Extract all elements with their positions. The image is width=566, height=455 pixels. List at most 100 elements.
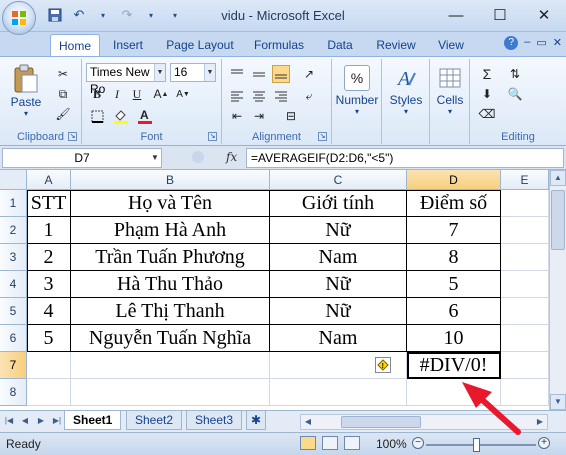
cell-a8[interactable] [27, 379, 71, 406]
clipboard-launcher-icon[interactable]: ↘ [68, 132, 77, 141]
clear-icon[interactable]: ⌫ [478, 105, 496, 123]
page-layout-view-icon[interactable] [322, 436, 338, 450]
cell-a4[interactable]: 3 [27, 271, 71, 298]
last-sheet-icon[interactable]: ▶| [50, 414, 64, 428]
cell-a1[interactable]: STT [27, 190, 71, 217]
zoom-slider-thumb[interactable] [473, 438, 480, 452]
increase-indent-icon[interactable]: ⇥ [250, 107, 268, 125]
sheet-tab-sheet2[interactable]: Sheet2 [126, 411, 183, 430]
tab-review[interactable]: Review [370, 34, 422, 56]
maximize-button[interactable]: ☐ [478, 0, 522, 30]
cell-d7-selected[interactable]: #DIV/0! [407, 352, 501, 379]
vertical-scrollbar[interactable]: ▲ ▼ [549, 170, 566, 410]
italic-button[interactable]: I [108, 85, 126, 103]
cell-e2[interactable] [501, 217, 549, 244]
cell-a3[interactable]: 2 [27, 244, 71, 271]
styles-button[interactable]: A Styles ▾ [384, 63, 428, 116]
cut-icon[interactable]: ✂ [54, 65, 72, 83]
find-select-icon[interactable]: 🔍 [506, 85, 524, 103]
sheet-tab-sheet1[interactable]: Sheet1 [64, 411, 122, 430]
scroll-up-icon[interactable]: ▲ [550, 170, 566, 186]
name-box-dropdown-icon[interactable]: ▼ [149, 149, 161, 167]
tab-view[interactable]: View [430, 34, 472, 56]
align-center-icon[interactable] [250, 87, 268, 105]
font-name-combo[interactable]: Times New Ro ▼ [86, 63, 166, 96]
align-bottom-icon[interactable] [272, 65, 290, 83]
cell-d4[interactable]: 5 [407, 271, 501, 298]
orientation-icon[interactable]: ↗ [300, 65, 318, 83]
cell-e5[interactable] [501, 298, 549, 325]
column-header-b[interactable]: B [71, 170, 270, 190]
cell-b5[interactable]: Lê Thị Thanh [71, 298, 270, 325]
cells-button[interactable]: Cells ▾ [430, 63, 470, 116]
zoom-level[interactable]: 100% [376, 437, 407, 451]
cell-e4[interactable] [501, 271, 549, 298]
format-painter-icon[interactable]: 🖌 [54, 105, 72, 123]
row-header-8[interactable]: 8 [0, 379, 27, 406]
cell-c1[interactable]: Giới tính [270, 190, 407, 217]
ribbon-close-icon[interactable]: ✕ [553, 36, 562, 50]
zoom-slider[interactable] [426, 438, 536, 452]
cell-d2[interactable]: 7 [407, 217, 501, 244]
decrease-indent-icon[interactable]: ⇤ [228, 107, 246, 125]
cell-e1[interactable] [501, 190, 549, 217]
cell-e6[interactable] [501, 325, 549, 352]
row-header-3[interactable]: 3 [0, 244, 27, 271]
align-left-icon[interactable] [228, 87, 246, 105]
column-header-e[interactable]: E [501, 170, 549, 190]
error-check-icon[interactable]: ! [375, 357, 391, 373]
cell-b4[interactable]: Hà Thu Thảo [71, 271, 270, 298]
formula-bar-divider-icon[interactable] [192, 151, 204, 163]
cell-e8[interactable] [501, 379, 549, 406]
cell-b2[interactable]: Phạm Hà Anh [71, 217, 270, 244]
cell-e7[interactable] [501, 352, 549, 379]
cell-c4[interactable]: Nữ [270, 271, 407, 298]
page-break-view-icon[interactable] [344, 436, 360, 450]
cell-c3[interactable]: Nam [270, 244, 407, 271]
cell-d1[interactable]: Điểm số [407, 190, 501, 217]
align-top-icon[interactable] [228, 65, 246, 83]
tab-insert[interactable]: Insert [104, 34, 152, 56]
font-size-dropdown-icon[interactable]: ▼ [204, 64, 215, 81]
tab-home[interactable]: Home [50, 34, 100, 56]
horizontal-scroll-thumb[interactable] [341, 416, 421, 428]
cell-a2[interactable]: 1 [27, 217, 71, 244]
cell-a5[interactable]: 4 [27, 298, 71, 325]
borders-icon[interactable] [88, 107, 106, 125]
cell-c6[interactable]: Nam [270, 325, 407, 352]
column-header-a[interactable]: A [27, 170, 71, 190]
ribbon-restore-icon[interactable]: ▭ [536, 36, 546, 50]
cell-b7[interactable] [71, 352, 270, 379]
font-launcher-icon[interactable]: ↘ [208, 132, 217, 141]
increase-font-icon[interactable]: A ▲ [152, 85, 170, 103]
cell-c5[interactable]: Nữ [270, 298, 407, 325]
underline-button[interactable]: U [128, 85, 146, 103]
cell-d6[interactable]: 10 [407, 325, 501, 352]
horizontal-scrollbar[interactable]: ◀ ▶ [300, 414, 548, 430]
align-middle-icon[interactable] [250, 65, 268, 83]
close-button[interactable]: ✕ [522, 0, 566, 30]
formula-input[interactable]: =AVERAGEIF(D2:D6,"<5") [246, 148, 564, 168]
zoom-out-icon[interactable]: − [412, 437, 424, 449]
cell-d8[interactable] [407, 379, 501, 406]
vertical-scroll-thumb[interactable] [551, 190, 565, 250]
cell-b6[interactable]: Nguyễn Tuấn Nghĩa [71, 325, 270, 352]
tab-page-layout[interactable]: Page Layout [160, 34, 240, 56]
alignment-launcher-icon[interactable]: ↘ [318, 132, 327, 141]
ribbon-minimize-icon[interactable]: – [524, 36, 530, 50]
font-color-icon[interactable]: A [136, 107, 154, 125]
cell-b8[interactable] [71, 379, 270, 406]
row-header-6[interactable]: 6 [0, 325, 27, 352]
fill-color-icon[interactable] [112, 107, 130, 125]
normal-view-icon[interactable] [300, 436, 316, 450]
help-icon[interactable]: ? [504, 36, 519, 50]
tab-data[interactable]: Data [318, 34, 362, 56]
merge-center-icon[interactable]: ⊟ [282, 107, 300, 125]
autosum-icon[interactable]: Σ [478, 65, 496, 83]
office-button[interactable] [2, 1, 36, 35]
column-header-c[interactable]: C [270, 170, 407, 190]
row-header-7[interactable]: 7 [0, 352, 27, 379]
sort-filter-icon[interactable]: ⇅ [506, 65, 524, 83]
tab-formulas[interactable]: Formulas [248, 34, 310, 56]
row-header-2[interactable]: 2 [0, 217, 27, 244]
